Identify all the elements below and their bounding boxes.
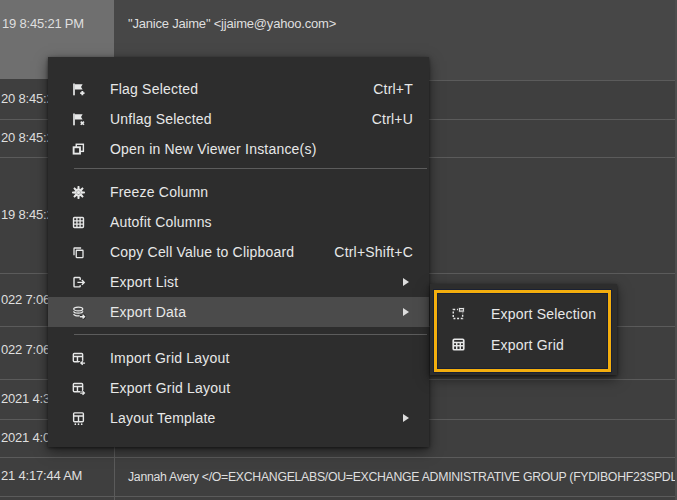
grid-cell-time: 022 7:06: (1, 342, 53, 358)
menu-item-autofit-columns[interactable]: Autofit Columns (48, 207, 429, 237)
submenu-item-export-selection[interactable]: Export Selection (430, 298, 617, 329)
layout-template-icon (71, 411, 86, 426)
menu-item-label: Export Data (110, 304, 186, 320)
flag-plus-icon (71, 82, 86, 97)
export-selection-icon (451, 306, 466, 321)
menu-item-export-grid-layout[interactable]: Export Grid Layout (48, 373, 429, 403)
menu-item-open-in-new-viewer[interactable]: Open in New Viewer Instance(s) (48, 134, 429, 164)
import-grid-layout-icon (71, 351, 86, 366)
submenu-arrow-icon (403, 278, 409, 286)
menu-item-shortcut: Ctrl+Shift+C (334, 244, 413, 260)
menu-separator (74, 334, 427, 335)
row-separator (0, 457, 677, 458)
menu-item-layout-template[interactable]: Layout Template (48, 403, 429, 433)
grid-cell-time: 022 7:06: (1, 292, 53, 308)
menu-item-label: Import Grid Layout (110, 350, 230, 366)
column-separator (114, 447, 115, 500)
menu-item-label: Copy Cell Value to Clipboard (110, 244, 294, 260)
submenu-item-label: Export Grid (491, 337, 564, 353)
menu-item-label: Autofit Columns (110, 214, 212, 230)
menu-item-label: Layout Template (110, 410, 215, 426)
menu-item-copy-cell-value[interactable]: Copy Cell Value to Clipboard Ctrl+Shift+… (48, 237, 429, 267)
grid-cell-time: 19 8:45:2 (1, 207, 53, 223)
bottom-row-time: 21 4:17:44 AM (1, 468, 82, 484)
grid-icon (71, 215, 86, 230)
menu-item-import-grid-layout[interactable]: Import Grid Layout (48, 343, 429, 373)
submenu-arrow-icon (403, 308, 409, 316)
submenu-arrow-icon (403, 414, 409, 422)
menu-item-label: Freeze Column (110, 184, 208, 200)
snowflake-icon (71, 185, 86, 200)
email-grid-view: 19 8:45:21 PM "Janice Jaime" <jjaime@yah… (0, 0, 677, 500)
grid-cell-time: 20 8:45:2 (1, 130, 53, 146)
flag-x-icon (71, 112, 86, 127)
export-list-icon (71, 275, 86, 290)
menu-item-unflag-selected[interactable]: Unflag Selected Ctrl+U (48, 104, 429, 134)
export-data-submenu: Export Selection Export Grid (430, 284, 617, 375)
row1-sender: "Janice Jaime" <jjaime@yahoo.com> (128, 16, 336, 32)
menu-item-label: Export List (110, 274, 178, 290)
row-separator (0, 496, 677, 497)
menu-item-label: Flag Selected (110, 81, 198, 97)
grid-cell-time: 20 8:45:2 (1, 91, 53, 107)
menu-item-shortcut: Ctrl+U (372, 111, 413, 127)
menu-item-flag-selected[interactable]: Flag Selected Ctrl+T (48, 74, 429, 104)
export-grid-icon (451, 337, 466, 352)
export-grid-layout-icon (71, 381, 86, 396)
menu-item-export-list[interactable]: Export List (48, 267, 429, 297)
menu-item-freeze-column[interactable]: Freeze Column (48, 177, 429, 207)
submenu-item-label: Export Selection (491, 306, 596, 322)
context-menu: Flag Selected Ctrl+T Unflag Selected Ctr… (48, 57, 429, 447)
bottom-row-recipient: Jannah Avery </O=EXCHANGELABS/OU=EXCHANG… (128, 469, 677, 485)
menu-item-label: Unflag Selected (110, 111, 212, 127)
submenu-item-export-grid[interactable]: Export Grid (430, 329, 617, 360)
menu-separator (74, 168, 427, 169)
export-data-icon (71, 305, 86, 320)
menu-item-export-data[interactable]: Export Data (48, 297, 429, 327)
menu-item-label: Open in New Viewer Instance(s) (110, 141, 317, 157)
open-new-window-icon (71, 142, 86, 157)
focused-cell-time: 19 8:45:21 PM (2, 16, 84, 32)
copy-icon (71, 245, 86, 260)
menu-item-label: Export Grid Layout (110, 380, 230, 396)
menu-item-shortcut: Ctrl+T (373, 81, 413, 97)
